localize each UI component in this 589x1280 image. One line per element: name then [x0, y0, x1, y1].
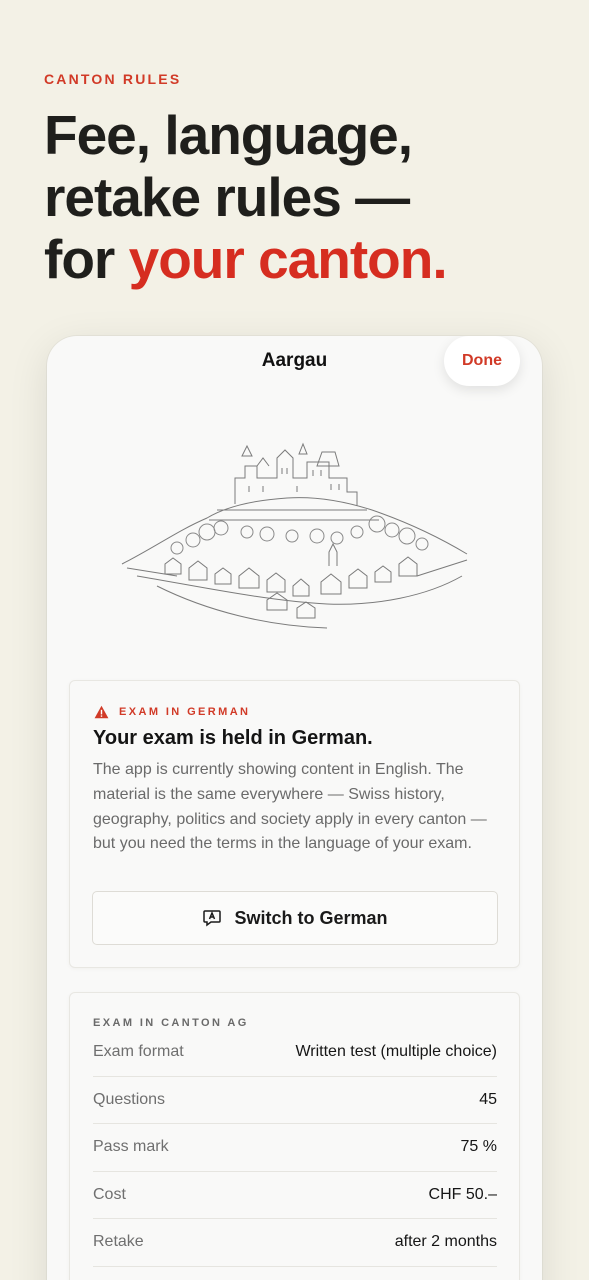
- info-value: 45: [479, 1090, 497, 1108]
- alert-label: EXAM IN GERMAN: [119, 706, 251, 718]
- info-key: Retake: [93, 1233, 144, 1251]
- language-alert-card: EXAM IN GERMAN Your exam is held in Germ…: [69, 680, 520, 968]
- headline-prefix: for: [44, 228, 129, 290]
- exam-info-rows: Exam format Written test (multiple choic…: [93, 1029, 497, 1267]
- info-row-exam-format: Exam format Written test (multiple choic…: [93, 1029, 497, 1077]
- headline: Fee, language, retake rules — for your c…: [44, 104, 564, 290]
- exam-info-label: EXAM IN CANTON AG: [93, 1017, 249, 1029]
- headline-line-2: retake rules —: [44, 166, 410, 228]
- switch-language-label: Switch to German: [234, 907, 388, 928]
- info-row-retake: Retake after 2 months: [93, 1219, 497, 1267]
- warning-icon: [94, 705, 109, 719]
- info-key: Questions: [93, 1090, 166, 1108]
- translate-icon: [203, 910, 222, 927]
- headline-line-1: Fee, language,: [44, 104, 413, 166]
- info-value: after 2 months: [394, 1233, 497, 1251]
- alert-body: The app is currently showing content in …: [93, 761, 487, 853]
- info-value: CHF 50.–: [428, 1185, 497, 1203]
- info-key: Pass mark: [93, 1138, 169, 1156]
- info-row-pass-mark: Pass mark 75 %: [93, 1124, 497, 1172]
- info-key: Exam format: [93, 1043, 184, 1061]
- headline-accent: your canton.: [128, 228, 448, 290]
- info-value: Written test (multiple choice): [295, 1043, 497, 1061]
- alert-label-row: EXAM IN GERMAN: [94, 705, 250, 719]
- switch-language-button[interactable]: Switch to German: [92, 891, 498, 945]
- eyebrow-label: CANTON RULES: [44, 71, 182, 87]
- phone-screen: Aargau Done EXAM IN GERMAN Your exam is …: [47, 336, 542, 1280]
- alert-title: Your exam is held in German.: [93, 727, 373, 749]
- headline-line-3: for your canton.: [44, 228, 564, 290]
- info-value: 75 %: [460, 1138, 497, 1156]
- done-button[interactable]: Done: [444, 336, 520, 386]
- exam-info-card: EXAM IN CANTON AG Exam format Written te…: [69, 992, 520, 1280]
- info-row-questions: Questions 45: [93, 1077, 497, 1124]
- info-row-cost: Cost CHF 50.–: [93, 1172, 497, 1219]
- castle-illustration: [121, 442, 468, 629]
- info-key: Cost: [93, 1185, 126, 1203]
